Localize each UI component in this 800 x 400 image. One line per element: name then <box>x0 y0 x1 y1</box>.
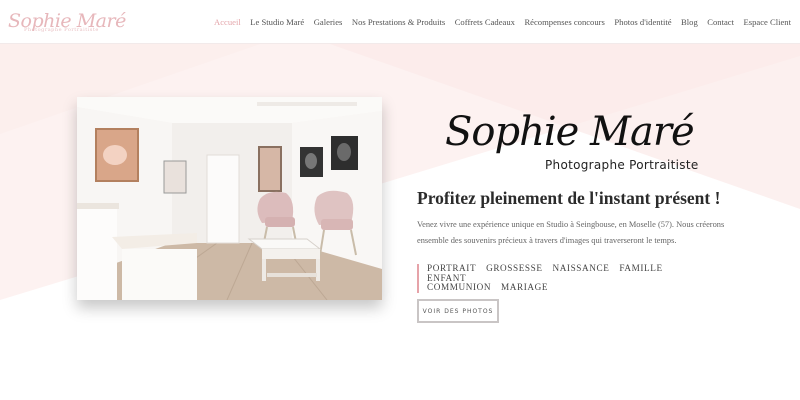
nav-item-galeries[interactable]: Galeries <box>314 17 343 27</box>
service-tag: MARIAGE <box>501 282 549 292</box>
logo-tagline: Photographe Portraitiste <box>24 27 99 33</box>
hero-headline: Profitez pleinement de l'instant présent… <box>417 188 721 208</box>
signature-logo: Sophie Maré <box>445 109 695 155</box>
nav-item-recompenses-concours[interactable]: Récompenses concours <box>524 17 604 27</box>
nav-item-contact[interactable]: Contact <box>707 17 734 27</box>
site-logo[interactable]: Sophie Maré Photographe Portraitiste <box>8 10 126 33</box>
services-list: PORTRAIT GROSSESSE NAISSANCE FAMILLE ENF… <box>417 263 682 293</box>
see-photos-button[interactable]: VOIR DES PHOTOS <box>417 299 499 323</box>
signature-subtitle: Photographe Portraitiste <box>545 158 699 172</box>
nav-item-blog[interactable]: Blog <box>681 17 698 27</box>
nav-item-coffrets-cadeaux[interactable]: Coffrets Cadeaux <box>455 17 515 27</box>
studio-photo <box>77 97 382 300</box>
service-tag: NAISSANCE <box>552 263 610 273</box>
service-tag: GROSSESSE <box>486 263 543 273</box>
service-tag: PORTRAIT <box>427 263 477 273</box>
service-tag: ENFANT <box>427 272 467 283</box>
nav-item-prestations-produits[interactable]: Nos Prestations & Produits <box>352 17 445 27</box>
site-header: Sophie Maré Photographe Portraitiste Acc… <box>0 0 800 44</box>
nav-item-accueil[interactable]: Accueil <box>214 17 241 27</box>
nav-item-le-studio-mare[interactable]: Le Studio Maré <box>250 17 304 27</box>
nav-item-photos-identite[interactable]: Photos d'identité <box>614 17 671 27</box>
hero-description: Venez vivre une expérience unique en Stu… <box>417 220 725 245</box>
nav-item-espace-client[interactable]: Espace Client <box>744 17 792 27</box>
service-tag: COMMUNION <box>427 282 492 292</box>
service-tag: FAMILLE <box>619 263 663 273</box>
main-nav: Accueil Le Studio Maré Galeries Nos Pres… <box>205 17 791 27</box>
